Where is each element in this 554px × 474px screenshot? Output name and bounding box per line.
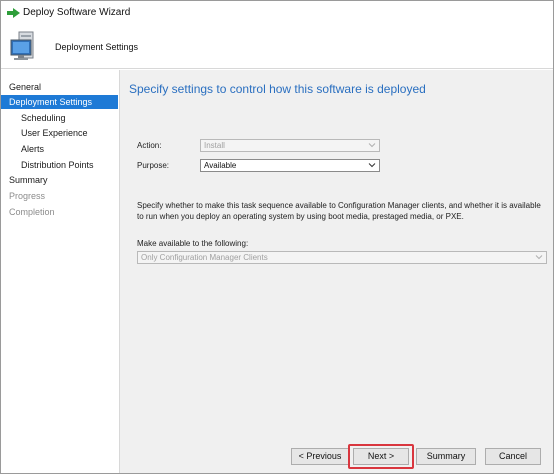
step-distribution-points[interactable]: Distribution Points xyxy=(1,158,118,172)
step-alerts[interactable]: Alerts xyxy=(1,142,118,156)
action-dropdown[interactable]: Install xyxy=(200,139,380,152)
wizard-arrow-icon xyxy=(7,8,20,18)
step-label: Scheduling xyxy=(21,113,66,123)
make-available-label: Make available to the following: xyxy=(137,239,249,248)
wizard-window: Deploy Software Wizard Deployment Settin… xyxy=(0,0,554,474)
step-label: Summary xyxy=(9,175,48,185)
purpose-label: Purpose: xyxy=(137,161,170,170)
title-bar: Deploy Software Wizard xyxy=(1,1,553,25)
step-progress: Progress xyxy=(1,189,118,203)
action-label: Action: xyxy=(137,141,162,150)
step-scheduling[interactable]: Scheduling xyxy=(1,111,118,125)
window-title: Deploy Software Wizard xyxy=(23,7,131,18)
computer-icon xyxy=(10,31,34,60)
summary-button[interactable]: Summary xyxy=(416,448,476,465)
chevron-down-icon xyxy=(535,255,543,260)
step-deployment-settings[interactable]: Deployment Settings xyxy=(1,95,118,109)
button-bar: < Previous Next > Summary Cancel xyxy=(119,442,553,473)
step-general[interactable]: General xyxy=(1,80,118,94)
step-completion: Completion xyxy=(1,205,118,219)
step-user-experience[interactable]: User Experience xyxy=(1,126,118,140)
make-available-value: Only Configuration Manager Clients xyxy=(141,253,268,262)
step-label: User Experience xyxy=(21,128,88,138)
step-label: Progress xyxy=(9,191,46,201)
chevron-down-icon xyxy=(368,163,376,168)
step-label: Completion xyxy=(9,207,55,217)
cancel-button[interactable]: Cancel xyxy=(485,448,541,465)
purpose-value: Available xyxy=(204,161,237,170)
step-label: Alerts xyxy=(21,144,45,154)
page-title: Specify settings to control how this sof… xyxy=(129,82,426,96)
purpose-dropdown[interactable]: Available xyxy=(200,159,380,172)
step-summary[interactable]: Summary xyxy=(1,173,118,187)
chevron-down-icon xyxy=(368,143,376,148)
step-label: Distribution Points xyxy=(21,160,94,170)
settings-panel: Specify settings to control how this sof… xyxy=(119,70,553,442)
make-available-dropdown[interactable]: Only Configuration Manager Clients xyxy=(137,251,547,264)
wizard-step-list: General Deployment Settings Scheduling U… xyxy=(1,70,119,473)
wizard-header: Deployment Settings xyxy=(1,25,553,69)
previous-button[interactable]: < Previous xyxy=(291,448,349,465)
deployment-description: Specify whether to make this task sequen… xyxy=(137,201,541,221)
step-label: General xyxy=(9,82,42,92)
next-button-highlight xyxy=(348,444,414,469)
page-header-title: Deployment Settings xyxy=(55,42,139,52)
step-label: Deployment Settings xyxy=(9,97,93,107)
action-value: Install xyxy=(204,141,225,150)
